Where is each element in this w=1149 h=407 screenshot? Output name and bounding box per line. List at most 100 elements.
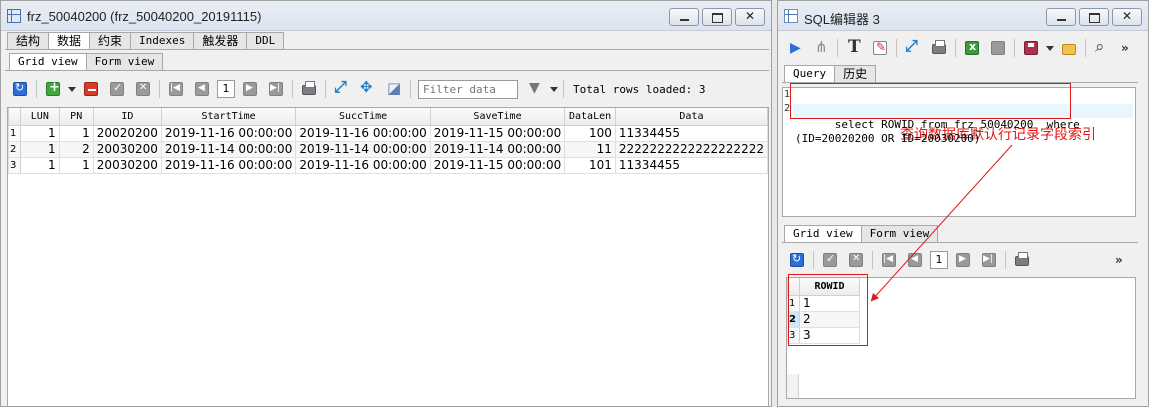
prev-page-icon[interactable] xyxy=(193,80,211,98)
column-header[interactable]: PN xyxy=(58,108,94,126)
last-page-icon[interactable] xyxy=(267,80,285,98)
tab-query[interactable]: Query xyxy=(784,65,836,83)
table-cell[interactable]: 2019-11-14 00:00:00 xyxy=(160,140,297,158)
data-grid: LUN PN ID StartTime SuccTime SaveTime Da… xyxy=(7,107,769,406)
more-icon[interactable]: » xyxy=(1121,41,1129,55)
tab-grid-view[interactable]: Grid view xyxy=(9,53,87,71)
column-header[interactable]: SaveTime xyxy=(429,108,566,126)
first-page-icon[interactable] xyxy=(880,251,898,269)
cancel-icon[interactable] xyxy=(134,80,152,98)
explain-plan-icon[interactable] xyxy=(812,38,830,57)
column-header[interactable]: DataLen xyxy=(564,108,616,126)
sql-line-2[interactable]: (ID=20020200 OR ID=20030200) xyxy=(795,132,980,145)
format-icon[interactable] xyxy=(845,37,863,57)
table-cell[interactable]: 2019-11-16 00:00:00 xyxy=(295,156,431,174)
sql-line-1[interactable]: select ROWID from frz_50040200 where xyxy=(835,118,1080,131)
table-cell[interactable]: 100 xyxy=(564,124,616,142)
last-page-icon[interactable] xyxy=(980,251,998,269)
table-row[interactable]: 1 1 1 20020200 2019-11-16 00:00:00 2019-… xyxy=(8,124,768,142)
refresh-icon[interactable] xyxy=(788,251,806,269)
tab-constraints[interactable]: 约束 xyxy=(89,32,132,49)
open-folder-icon[interactable] xyxy=(1060,39,1078,57)
table-cell[interactable]: 1 xyxy=(20,156,60,174)
prev-page-icon[interactable] xyxy=(906,251,924,269)
tab-form-view[interactable]: Form view xyxy=(85,53,164,70)
table-cell[interactable]: 11 xyxy=(564,140,616,158)
table-cell[interactable]: 2019-11-16 00:00:00 xyxy=(295,124,431,142)
tab-grid-view[interactable]: Grid view xyxy=(784,225,862,243)
tab-ddl[interactable]: DDL xyxy=(246,32,285,49)
table-cell[interactable]: 11334455 xyxy=(614,124,768,142)
chevron-down-icon[interactable] xyxy=(550,86,558,92)
title-bar[interactable]: frz_50040200 (frz_50040200_20191115) xyxy=(1,1,771,31)
table-cell[interactable]: 20030200 xyxy=(92,140,162,158)
expand-icon[interactable] xyxy=(333,77,351,98)
export-icon[interactable] xyxy=(385,79,403,98)
table-cell[interactable]: 2019-11-15 00:00:00 xyxy=(429,156,566,174)
table-cell[interactable]: 1 xyxy=(20,124,60,142)
column-header[interactable]: LUN xyxy=(20,108,60,126)
close-button[interactable] xyxy=(1112,8,1142,26)
table-cell[interactable]: 2 xyxy=(58,140,94,158)
next-page-icon[interactable] xyxy=(954,251,972,269)
minimize-button[interactable] xyxy=(669,8,699,26)
chevron-down-icon[interactable] xyxy=(68,86,76,92)
table-cell[interactable]: 1 xyxy=(58,124,94,142)
save-icon[interactable] xyxy=(1022,39,1040,57)
table-cell[interactable]: 11334455 xyxy=(614,156,768,174)
row-number: 3 xyxy=(8,156,22,174)
tab-history[interactable]: 历史 xyxy=(834,65,877,82)
script-icon[interactable] xyxy=(989,39,1007,57)
maximize-button[interactable] xyxy=(702,8,732,26)
refresh-icon[interactable] xyxy=(11,80,29,98)
maximize-button[interactable] xyxy=(1079,8,1109,26)
table-cell[interactable]: 20020200 xyxy=(92,124,162,142)
commit-icon[interactable] xyxy=(108,80,126,98)
table-cell[interactable]: 1 xyxy=(20,140,60,158)
table-cell[interactable]: 1 xyxy=(58,156,94,174)
table-cell[interactable]: 2019-11-16 00:00:00 xyxy=(160,124,297,142)
delete-row-icon[interactable] xyxy=(82,80,100,98)
cancel-icon[interactable] xyxy=(847,251,865,269)
collapse-icon[interactable] xyxy=(359,78,377,98)
table-cell[interactable]: 2019-11-14 00:00:00 xyxy=(295,140,431,158)
search-icon[interactable] xyxy=(1093,37,1111,57)
table-cell[interactable]: 2019-11-15 00:00:00 xyxy=(429,124,566,142)
commit-icon[interactable] xyxy=(821,251,839,269)
column-header[interactable]: Data xyxy=(614,108,768,126)
print-icon[interactable] xyxy=(300,80,318,98)
page-number[interactable]: 1 xyxy=(930,251,948,269)
column-header[interactable]: ID xyxy=(92,108,162,126)
add-row-icon[interactable] xyxy=(44,80,62,98)
more-icon[interactable]: » xyxy=(1115,253,1123,267)
print-icon[interactable] xyxy=(1013,251,1031,269)
print-icon[interactable] xyxy=(930,39,948,57)
table-row[interactable]: 3 1 1 20030200 2019-11-16 00:00:00 2019-… xyxy=(8,156,768,174)
table-row[interactable]: 2 1 2 20030200 2019-11-14 00:00:00 2019-… xyxy=(8,140,768,158)
table-cell[interactable]: 2222222222222222222 xyxy=(614,140,768,158)
table-cell[interactable]: 101 xyxy=(564,156,616,174)
tab-triggers[interactable]: 触发器 xyxy=(193,32,248,49)
filter-input[interactable] xyxy=(418,79,518,99)
export-icon[interactable] xyxy=(963,39,981,57)
tab-indexes[interactable]: Indexes xyxy=(130,32,195,49)
table-cell[interactable]: 2019-11-14 00:00:00 xyxy=(429,140,566,158)
close-button[interactable] xyxy=(735,8,765,26)
tab-structure[interactable]: 结构 xyxy=(7,32,50,49)
filter-icon[interactable] xyxy=(526,80,544,98)
title-bar[interactable]: SQL编辑器 3 xyxy=(778,1,1148,31)
tab-data[interactable]: 数据 xyxy=(48,32,91,50)
minimize-button[interactable] xyxy=(1046,8,1076,26)
expand-icon[interactable] xyxy=(904,36,922,57)
next-page-icon[interactable] xyxy=(241,80,259,98)
execute-icon[interactable] xyxy=(786,39,804,57)
table-cell[interactable]: 20030200 xyxy=(92,156,162,174)
chevron-down-icon[interactable] xyxy=(1046,45,1054,51)
edit-icon[interactable] xyxy=(871,39,889,57)
column-header[interactable]: StartTime xyxy=(160,108,297,126)
column-header[interactable]: SuccTime xyxy=(295,108,431,126)
first-page-icon[interactable] xyxy=(167,80,185,98)
tab-form-view[interactable]: Form view xyxy=(860,225,939,242)
table-cell[interactable]: 2019-11-16 00:00:00 xyxy=(160,156,297,174)
page-number[interactable]: 1 xyxy=(217,80,235,98)
